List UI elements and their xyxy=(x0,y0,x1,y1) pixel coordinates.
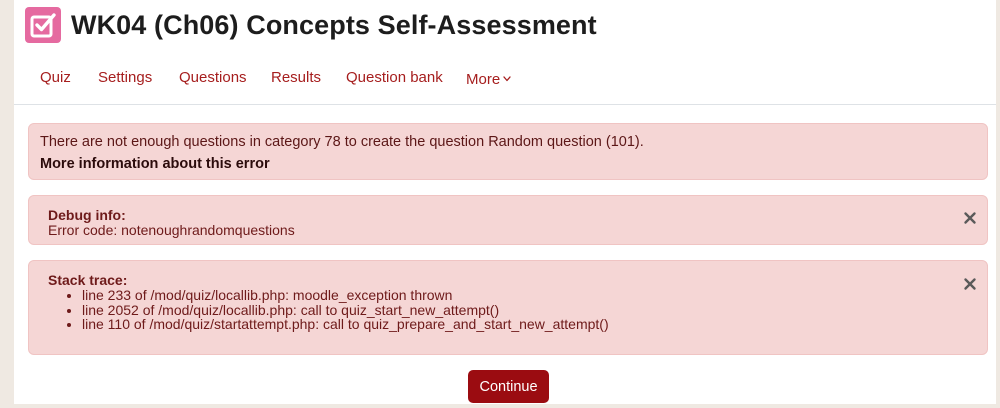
page-container: WK04 (Ch06) Concepts Self-Assessment Qui… xyxy=(14,0,996,404)
stack-trace-alert: Stack trace: line 233 of /mod/quiz/local… xyxy=(28,260,988,355)
page-header: WK04 (Ch06) Concepts Self-Assessment xyxy=(25,5,597,45)
tab-more-label: More xyxy=(466,71,501,88)
page-title: WK04 (Ch06) Concepts Self-Assessment xyxy=(71,9,597,40)
stack-trace-item: line 2052 of /mod/quiz/locallib.php: cal… xyxy=(82,302,609,318)
stack-trace-item: line 110 of /mod/quiz/startattempt.php: … xyxy=(82,317,609,332)
debug-info-alert: Debug info: Error code: notenoughrandomq… xyxy=(28,195,988,245)
debug-info-heading: Debug info: xyxy=(48,207,126,223)
tab-results[interactable]: Results xyxy=(271,69,321,86)
tab-quiz[interactable]: Quiz xyxy=(40,69,71,86)
error-alert: There are not enough questions in catego… xyxy=(28,123,988,180)
tab-settings[interactable]: Settings xyxy=(98,69,152,86)
tab-question-bank[interactable]: Question bank xyxy=(346,69,443,86)
stack-trace-item: line 233 of /mod/quiz/locallib.php: mood… xyxy=(82,288,609,303)
stack-trace-heading: Stack trace: xyxy=(48,272,128,288)
quiz-checkbox-icon xyxy=(25,7,61,43)
more-information-link[interactable]: More information about this error xyxy=(40,156,270,172)
chevron-down-icon xyxy=(503,69,511,86)
tab-more-dropdown[interactable]: More xyxy=(466,69,511,88)
secondary-navigation: Quiz Settings Questions Results Question… xyxy=(14,52,996,105)
stack-trace-list: line 233 of /mod/quiz/locallib.php: mood… xyxy=(48,288,609,332)
error-message: There are not enough questions in catego… xyxy=(40,134,644,150)
debug-error-code: Error code: notenoughrandomquestions xyxy=(48,222,295,238)
close-icon[interactable] xyxy=(963,277,977,291)
continue-button[interactable]: Continue xyxy=(468,370,549,403)
tab-questions[interactable]: Questions xyxy=(179,69,247,86)
close-icon[interactable] xyxy=(963,211,977,225)
